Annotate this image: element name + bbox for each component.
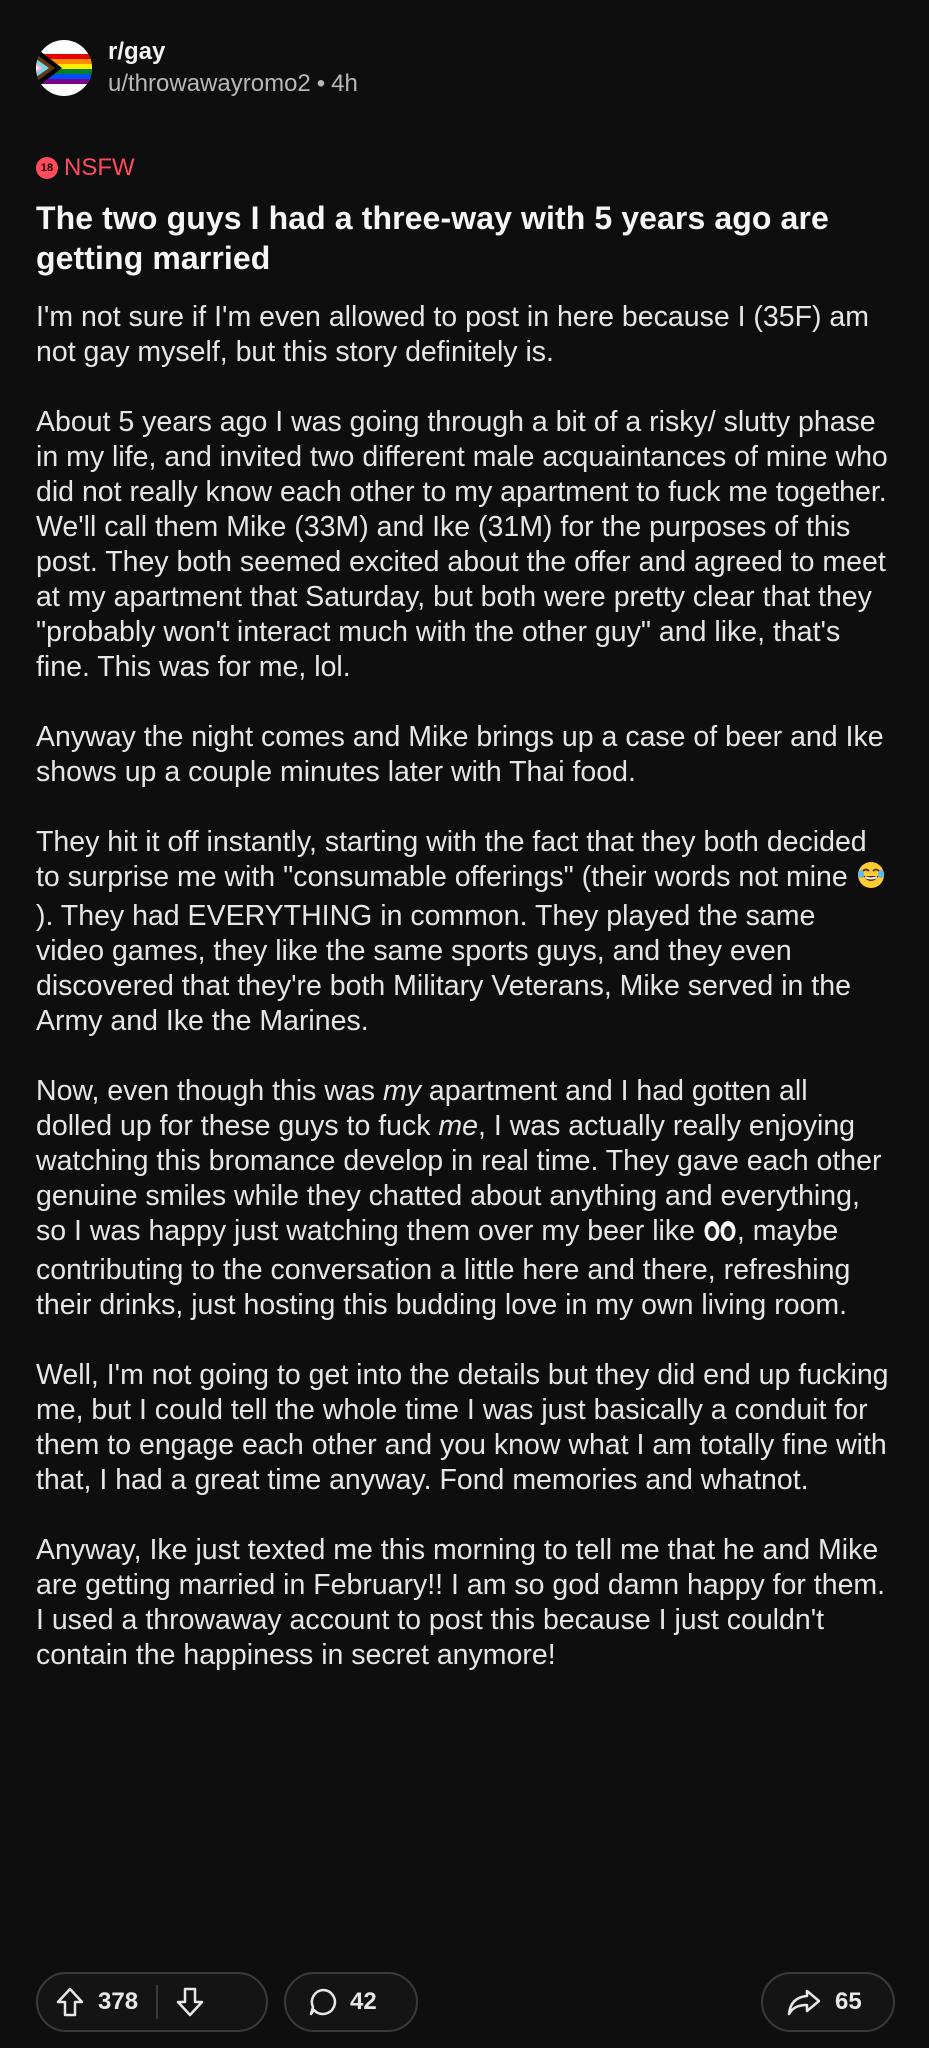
downvote-arrow-icon[interactable] (176, 1987, 204, 2017)
paragraph-5-emphasis-1: my (382, 1075, 421, 1107)
vote-pill: 378 (36, 1972, 268, 2032)
progress-pride-flag-icon (36, 40, 92, 96)
paragraph-5-part-1: Now, even though this was (36, 1075, 383, 1107)
post-actions-bar: 378 42 65 (36, 1971, 895, 2033)
post-body: I'm not sure if I'm even allowed to post… (36, 300, 891, 1673)
paragraph-4-part-2: ). They had EVERYTHING in common. They p… (36, 900, 851, 1037)
paragraph-5: Now, even though this was my apartment a… (36, 1074, 891, 1323)
face-with-tears-of-joy-icon (856, 860, 886, 899)
paragraph-6: Well, I'm not going to get into the deta… (36, 1359, 889, 1496)
share-button[interactable]: 65 (761, 1972, 895, 2032)
nsfw-tag: 18 NSFW (36, 154, 891, 182)
paragraph-7: Anyway, Ike just texted me this morning … (36, 1534, 886, 1671)
paragraph-5-emphasis-2: me (438, 1110, 479, 1142)
paragraph-2: About 5 years ago I was going through a … (36, 406, 888, 683)
paragraph-4-part-1: They hit it off instantly, starting with… (36, 826, 867, 893)
nsfw-18-icon: 18 (36, 157, 58, 179)
meta-separator: • (316, 70, 326, 97)
share-count: 65 (835, 1988, 862, 2015)
post-title[interactable]: The two guys I had a three-way with 5 ye… (36, 198, 891, 278)
author-line: u/throwawayromo2 • 4h (108, 70, 358, 98)
nsfw-label: NSFW (64, 154, 135, 181)
subreddit-avatar[interactable] (36, 40, 92, 96)
post-container: r/gay u/throwawayromo2 • 4h 18 NSFW The tw… (0, 0, 929, 2048)
post-meta: r/gay u/throwawayromo2 • 4h (108, 38, 358, 98)
post-age: 4h (331, 70, 358, 97)
paragraph-1: I'm not sure if I'm even allowed to post… (36, 301, 870, 368)
comment-bubble-icon (308, 1987, 338, 2017)
vote-divider (156, 1985, 159, 2019)
post-header: r/gay u/throwawayromo2 • 4h (36, 28, 891, 108)
paragraph-3: Anyway the night comes and Mike brings u… (36, 721, 884, 788)
author-name[interactable]: u/throwawayromo2 (108, 70, 311, 97)
share-arrow-icon (787, 1988, 821, 2016)
paragraph-4: They hit it off instantly, starting with… (36, 825, 891, 1039)
eyes-icon (703, 1218, 737, 1253)
subreddit-name[interactable]: r/gay (108, 38, 358, 66)
upvote-arrow-icon[interactable] (56, 1987, 84, 2017)
comment-count: 42 (350, 1988, 377, 2015)
upvote-count: 378 (98, 1988, 139, 2015)
comments-button[interactable]: 42 (284, 1972, 418, 2032)
